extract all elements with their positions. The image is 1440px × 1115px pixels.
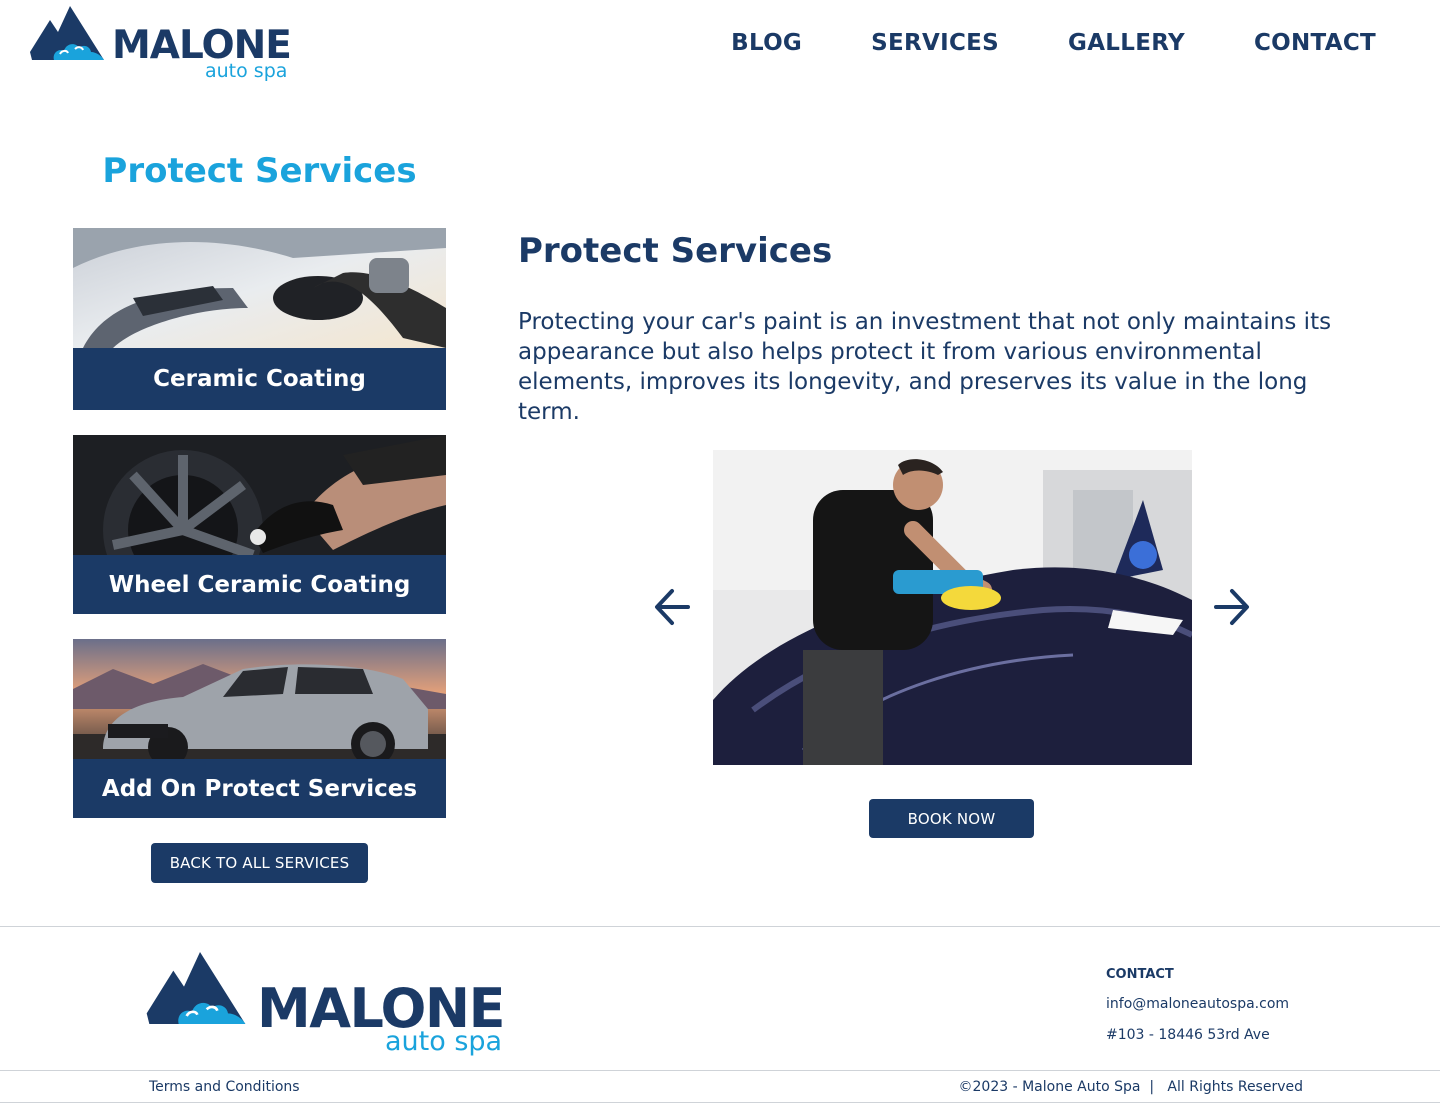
- wheel-coating-photo: [73, 435, 446, 555]
- footer-address: #103 - 18446 53rd Ave: [1106, 1027, 1270, 1043]
- footer-logo[interactable]: MALONE auto spa: [145, 952, 515, 1058]
- service-card-ceramic-coating[interactable]: Ceramic Coating: [73, 228, 446, 410]
- add-on-car-photo: [73, 639, 446, 759]
- nav-contact[interactable]: CONTACT: [1254, 28, 1376, 58]
- terms-link[interactable]: Terms and Conditions: [149, 1078, 300, 1096]
- arrow-left-icon[interactable]: [652, 586, 694, 628]
- section-title: Protect Services: [518, 231, 833, 271]
- footer-contact: CONTACT info@maloneautospa.com #103 - 18…: [1106, 966, 1289, 1043]
- card-label: Ceramic Coating: [73, 348, 446, 410]
- copyright-text: ©2023 - Malone Auto Spa | All Rights Res…: [958, 1079, 1303, 1095]
- page-title: Protect Services: [102, 151, 417, 191]
- footer-divider: [0, 926, 1440, 927]
- footer-divider: [0, 1102, 1440, 1103]
- book-now-button[interactable]: BOOK NOW: [869, 799, 1034, 838]
- nav-gallery[interactable]: GALLERY: [1068, 28, 1185, 58]
- footer-email-link[interactable]: info@maloneautospa.com: [1106, 995, 1289, 1013]
- service-card-wheel-ceramic-coating[interactable]: Wheel Ceramic Coating: [73, 435, 446, 614]
- section-description: Protecting your car's paint is an invest…: [518, 309, 1332, 425]
- header-logo[interactable]: MALONE auto spa: [30, 6, 300, 84]
- card-label: Wheel Ceramic Coating: [73, 555, 446, 614]
- nav-services[interactable]: SERVICES: [871, 28, 999, 58]
- mountain-cloud-logo-icon: [30, 6, 104, 60]
- mountain-cloud-logo-icon: [146, 952, 246, 1024]
- carousel-image: [713, 450, 1192, 765]
- footer-contact-heading: CONTACT: [1106, 967, 1174, 982]
- card-label: Add On Protect Services: [73, 759, 446, 818]
- footer-divider: [0, 1070, 1440, 1071]
- service-card-add-on-protect[interactable]: Add On Protect Services: [73, 639, 446, 818]
- nav-blog[interactable]: BLOG: [731, 28, 802, 58]
- footer-logo-tagline: auto spa: [385, 1026, 503, 1057]
- back-to-all-services-button[interactable]: BACK TO ALL SERVICES: [151, 843, 368, 883]
- main-nav: BLOG SERVICES GALLERY CONTACT: [731, 28, 1376, 58]
- arrow-right-icon[interactable]: [1210, 586, 1252, 628]
- logo-tagline: auto spa: [205, 60, 288, 82]
- ceramic-coating-photo: [73, 228, 446, 348]
